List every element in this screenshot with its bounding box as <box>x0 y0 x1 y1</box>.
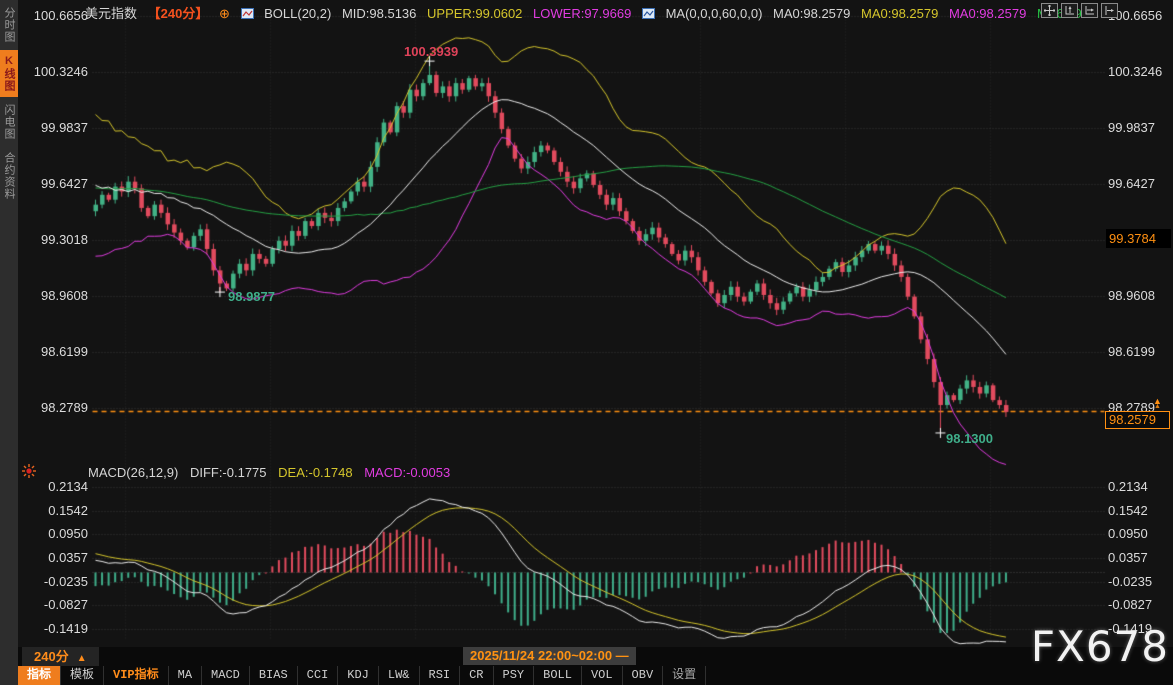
macd-y-label-left: 0.0357 <box>24 550 88 565</box>
selected-candle-time-label: 2025/11/24 22:00~02:00 — <box>463 647 636 665</box>
main-y-label-left: 98.6199 <box>24 344 88 359</box>
high-annotation: 100.3939 <box>404 44 458 59</box>
toolbar-button-设置[interactable]: 设置 <box>663 666 706 685</box>
current-price-box: 98.2579 <box>1105 411 1170 429</box>
boll-label: BOLL(20,2) <box>264 6 331 21</box>
low-annotation-1: 98.9877 <box>228 289 275 304</box>
ma-params-label: MA(0,0,0,60,0,0) <box>666 6 763 21</box>
boll-upper-value: UPPER:99.0602 <box>427 6 522 21</box>
toolbar-button-OBV[interactable]: OBV <box>623 666 664 685</box>
main-y-label-left: 99.9837 <box>24 120 88 135</box>
scale-y-axis-icon[interactable] <box>1061 3 1078 18</box>
crosshair-icon[interactable] <box>1041 3 1058 18</box>
toolbar-button-VIP指标[interactable]: VIP指标 <box>104 666 169 685</box>
macd-y-label-right: 0.2134 <box>1108 479 1172 494</box>
main-y-label-left: 98.9608 <box>24 288 88 303</box>
toolbar-button-CCI[interactable]: CCI <box>298 666 339 685</box>
toolbar-button-RSI[interactable]: RSI <box>420 666 461 685</box>
macd-y-label-left: 0.1542 <box>24 503 88 518</box>
time-axis-row: 240分▲ 2025/11/24 22:00~02:00 — <box>18 647 1173 666</box>
toolbar-button-CR[interactable]: CR <box>460 666 493 685</box>
window-icons <box>1041 3 1118 18</box>
sidebar-tab-3[interactable]: 闪电图 <box>0 99 18 145</box>
sidebar-tab-2[interactable]: K线图 <box>0 50 18 97</box>
sidebar-tab-1[interactable]: 分时图 <box>0 2 18 48</box>
toolbar-button-BIAS[interactable]: BIAS <box>250 666 298 685</box>
sidebar-tab-4[interactable]: 合约资料 <box>0 147 18 205</box>
macd-y-label-right: 0.0357 <box>1108 550 1172 565</box>
main-y-label-right: 98.9608 <box>1108 288 1172 303</box>
starburst-icon[interactable] <box>22 464 36 483</box>
macd-y-label-left: -0.0235 <box>24 574 88 589</box>
macd-y-label-right: -0.0235 <box>1108 574 1172 589</box>
toolbar-button-BOLL[interactable]: BOLL <box>534 666 582 685</box>
toolbar-button-MA[interactable]: MA <box>169 666 202 685</box>
low-annotation-2: 98.1300 <box>946 431 993 446</box>
price-chart-canvas[interactable] <box>0 0 1173 685</box>
boll-lower-value: LOWER:97.9669 <box>533 6 631 21</box>
scale-x-axis-icon[interactable] <box>1081 3 1098 18</box>
toolbar-button-MACD[interactable]: MACD <box>202 666 250 685</box>
left-sidebar: 分时图 K线图闪电图合约资料 <box>0 0 18 685</box>
expand-icon[interactable]: ⊕ <box>219 6 230 21</box>
main-y-label-left: 98.2789 <box>24 400 88 415</box>
macd-params-label: MACD(26,12,9) <box>88 465 178 480</box>
main-y-label-right: 99.9837 <box>1108 120 1172 135</box>
price-scroll-arrows[interactable]: ▲▲ <box>1153 398 1162 410</box>
ma0-value-1: MA0:98.2579 <box>773 6 850 21</box>
indicator-toolbar: 指标模板VIP指标MAMACDBIASCCIKDJLW&RSICRPSYBOLL… <box>18 666 1173 685</box>
macd-y-label-right: 0.0950 <box>1108 526 1172 541</box>
main-y-label-left: 100.3246 <box>24 64 88 79</box>
period-label: 【240分】 <box>148 6 209 21</box>
ma0-value-2: MA0:98.2579 <box>861 6 938 21</box>
macd-y-label-left: -0.0827 <box>24 597 88 612</box>
main-y-label-left: 99.3018 <box>24 232 88 247</box>
toolbar-button-LW&[interactable]: LW& <box>379 666 420 685</box>
macd-value: MACD:-0.0053 <box>364 465 450 480</box>
macd-y-label-left: -0.1419 <box>24 621 88 636</box>
indicator-chart-icon[interactable] <box>642 7 655 22</box>
toolbar-button-KDJ[interactable]: KDJ <box>338 666 379 685</box>
toolbar-button-指标[interactable]: 指标 <box>18 666 61 685</box>
macd-dea-value: DEA:-0.1748 <box>278 465 352 480</box>
toolbar-button-PSY[interactable]: PSY <box>494 666 535 685</box>
boll-mid-value: MID:98.5136 <box>342 6 416 21</box>
watermark: FX678 <box>1031 622 1169 671</box>
macd-header: MACD(26,12,9) DIFF:-0.1775 DEA:-0.1748 M… <box>88 465 458 480</box>
main-y-label-left: 99.6427 <box>24 176 88 191</box>
toolbar-button-VOL[interactable]: VOL <box>582 666 623 685</box>
shift-right-icon[interactable] <box>1101 3 1118 18</box>
macd-y-label-right: -0.0827 <box>1108 597 1172 612</box>
chevron-up-icon: ▲ <box>77 653 87 664</box>
macd-y-label-left: 0.0950 <box>24 526 88 541</box>
chart-header: 美元指数 【240分】 ⊕ BOLL(20,2) MID:98.5136 UPP… <box>85 3 1089 19</box>
indicator-chart-icon[interactable] <box>241 7 254 22</box>
app-window: 分时图 K线图闪电图合约资料 美元指数 【240分】 ⊕ BOLL(20,2) M… <box>0 0 1173 685</box>
main-y-label-right: 99.6427 <box>1108 176 1172 191</box>
main-y-label-left: 100.6656 <box>24 8 88 23</box>
main-y-label-right: 100.3246 <box>1108 64 1172 79</box>
symbol-name: 美元指数 <box>85 6 137 21</box>
macd-diff-value: DIFF:-0.1775 <box>190 465 267 480</box>
upper-price-badge: 99.3784 <box>1106 229 1171 248</box>
period-selector-button[interactable]: 240分▲ <box>22 647 99 666</box>
ma0-value-3: MA0:98.2579 <box>949 6 1026 21</box>
main-y-label-right: 98.6199 <box>1108 344 1172 359</box>
toolbar-button-模板[interactable]: 模板 <box>61 666 104 685</box>
macd-y-label-right: 0.1542 <box>1108 503 1172 518</box>
